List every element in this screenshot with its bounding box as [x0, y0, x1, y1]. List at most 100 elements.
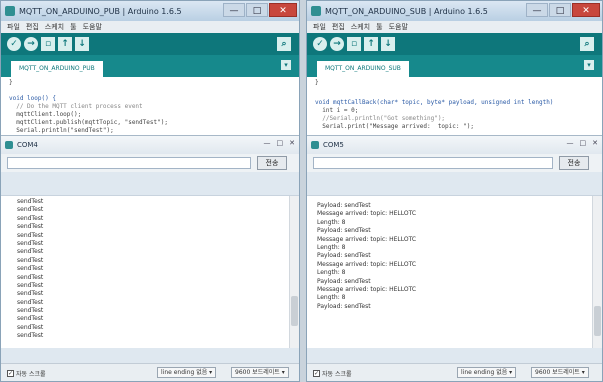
close-button[interactable]: ✕: [269, 3, 297, 17]
serial-output-line: Payload: sendTest: [317, 227, 371, 235]
close-button[interactable]: ✕: [289, 139, 295, 147]
menu-edit[interactable]: 편집: [332, 21, 345, 33]
tab-sketch[interactable]: MQTT_ON_ARDUINO_PUB: [11, 61, 103, 77]
autoscroll-toggle[interactable]: ✓ 자동 스크롤: [313, 369, 352, 378]
upload-icon[interactable]: →: [330, 37, 344, 51]
tab-menu-icon[interactable]: ▾: [281, 60, 291, 70]
maximize-button[interactable]: □: [246, 3, 268, 17]
minimize-button[interactable]: —: [223, 3, 245, 17]
open-file-icon[interactable]: ↑: [58, 37, 72, 51]
serial-output: Payload: sendTest Message arrived: topic:…: [307, 195, 602, 348]
save-file-icon[interactable]: ↓: [75, 37, 89, 51]
menu-sketch[interactable]: 스케치: [45, 21, 64, 33]
serial-output-line: Length: 8: [317, 218, 346, 226]
serial-output-line: sendTest: [17, 239, 44, 247]
arduino-app-icon: [311, 6, 321, 16]
code-line: // Do the MQTT client process event: [9, 103, 143, 110]
line-ending-select[interactable]: line ending 없음 ▾: [157, 367, 217, 378]
serial-output-line: Message arrived: topic: HELLOTC: [317, 285, 417, 293]
serial-monitor-icon[interactable]: ⌕: [580, 37, 594, 51]
line-ending-select[interactable]: line ending 없음 ▾: [457, 367, 517, 378]
serial-output-line: sendTest: [17, 214, 44, 222]
serial-footer: ✓ 자동 스크롤 line ending 없음 ▾ 9600 보드레이트 ▾: [1, 363, 299, 381]
serial-monitor-title: COM4: [17, 141, 38, 149]
send-button[interactable]: 전송: [559, 156, 589, 170]
menu-help[interactable]: 도움말: [389, 21, 408, 33]
window-title: MQTT_ON_ARDUINO_SUB | Arduino 1.6.5: [325, 6, 488, 16]
title-bar[interactable]: MQTT_ON_ARDUINO_SUB | Arduino 1.6.5 — □ …: [307, 1, 602, 21]
serial-footer: ✓ 자동 스크롤 line ending 없음 ▾ 9600 보드레이트 ▾: [307, 363, 602, 381]
serial-output-line: Message arrived: topic: HELLOTC: [317, 235, 417, 243]
scrollbar[interactable]: [289, 196, 299, 348]
serial-send-input[interactable]: [313, 157, 553, 169]
minimize-button[interactable]: —: [526, 3, 548, 17]
baud-rate-value: 9600 보드레이트: [235, 369, 280, 376]
close-button[interactable]: ✕: [592, 139, 598, 147]
serial-monitor-icon[interactable]: ⌕: [277, 37, 291, 51]
menu-edit[interactable]: 편집: [26, 21, 39, 33]
serial-output-line: sendTest: [17, 248, 44, 256]
save-file-icon[interactable]: ↓: [381, 37, 395, 51]
title-bar[interactable]: MQTT_ON_ARDUINO_PUB | Arduino 1.6.5 — □ …: [1, 1, 299, 21]
serial-output-line: Length: 8: [317, 269, 346, 277]
code-line: mqttClient.loop();: [9, 111, 82, 118]
minimize-button[interactable]: —: [567, 139, 574, 147]
upload-icon[interactable]: →: [24, 37, 38, 51]
scrollbar[interactable]: [592, 196, 602, 348]
serial-output-line: sendTest: [17, 206, 44, 214]
send-button[interactable]: 전송: [257, 156, 287, 170]
menu-tools[interactable]: 툴: [376, 21, 382, 33]
tab-sketch[interactable]: MQTT_ON_ARDUINO_SUB: [317, 61, 409, 77]
serial-monitor-titlebar[interactable]: COM5 — □ ✕: [307, 135, 602, 154]
code-line: }: [9, 79, 13, 86]
maximize-button[interactable]: □: [549, 3, 571, 17]
menu-file[interactable]: 파일: [313, 21, 326, 33]
serial-output-line: Message arrived: topic: HELLOTC: [317, 210, 417, 218]
serial-output-line: sendTest: [17, 290, 44, 298]
checkbox-icon[interactable]: ✓: [7, 370, 14, 377]
close-button[interactable]: ✕: [572, 3, 600, 17]
baud-rate-select[interactable]: 9600 보드레이트 ▾: [531, 367, 589, 378]
verify-icon[interactable]: ✓: [313, 37, 327, 51]
menu-help[interactable]: 도움말: [83, 21, 102, 33]
autoscroll-toggle[interactable]: ✓ 자동 스크롤: [7, 369, 46, 378]
checkbox-icon[interactable]: ✓: [313, 370, 320, 377]
serial-output-line: sendTest: [17, 323, 44, 331]
minimize-button[interactable]: —: [264, 139, 271, 147]
arduino-window-subscriber: MQTT_ON_ARDUINO_SUB | Arduino 1.6.5 — □ …: [306, 0, 603, 382]
serial-output-line: sendTest: [17, 265, 44, 273]
menu-file[interactable]: 파일: [7, 21, 20, 33]
serial-monitor-titlebar[interactable]: COM4 — □ ✕: [1, 135, 299, 154]
scrollbar-thumb[interactable]: [291, 296, 298, 326]
maximize-button[interactable]: □: [580, 139, 587, 147]
line-ending-value: line ending 없음: [461, 369, 508, 376]
menu-sketch[interactable]: 스케치: [351, 21, 370, 33]
code-editor[interactable]: } void mqttCallBack(char* topic, byte* p…: [307, 77, 602, 135]
maximize-button[interactable]: □: [277, 139, 284, 147]
new-file-icon[interactable]: ▫: [347, 37, 361, 51]
menu-tools[interactable]: 툴: [70, 21, 76, 33]
toolbar: ✓ → ▫ ↑ ↓ ⌕: [1, 33, 299, 55]
new-file-icon[interactable]: ▫: [41, 37, 55, 51]
baud-rate-select[interactable]: 9600 보드레이트 ▾: [231, 367, 289, 378]
serial-output-line: sendTest: [17, 332, 44, 340]
serial-send-input[interactable]: [7, 157, 251, 169]
tab-menu-icon[interactable]: ▾: [584, 60, 594, 70]
serial-output-line: sendTest: [17, 223, 44, 231]
code-editor[interactable]: } void loop() { // Do the MQTT client pr…: [1, 77, 299, 135]
code-line: void mqttCallBack(char* topic, byte* pay…: [315, 99, 554, 106]
serial-output-line: sendTest: [17, 307, 44, 315]
send-row: 전송: [307, 154, 602, 172]
code-line: Serial.println("sendTest");: [9, 127, 114, 134]
serial-output-line: Length: 8: [317, 294, 346, 302]
menu-bar: 파일 편집 스케치 툴 도움말: [307, 21, 602, 33]
open-file-icon[interactable]: ↑: [364, 37, 378, 51]
menu-bar: 파일 편집 스케치 툴 도움말: [1, 21, 299, 33]
autoscroll-label: 자동 스크롤: [322, 371, 352, 378]
serial-output-line: sendTest: [17, 273, 44, 281]
arduino-app-icon: [5, 6, 15, 16]
serial-output-line: Payload: sendTest: [317, 302, 371, 310]
arduino-app-icon: [311, 141, 319, 149]
scrollbar-thumb[interactable]: [594, 306, 601, 336]
verify-icon[interactable]: ✓: [7, 37, 21, 51]
